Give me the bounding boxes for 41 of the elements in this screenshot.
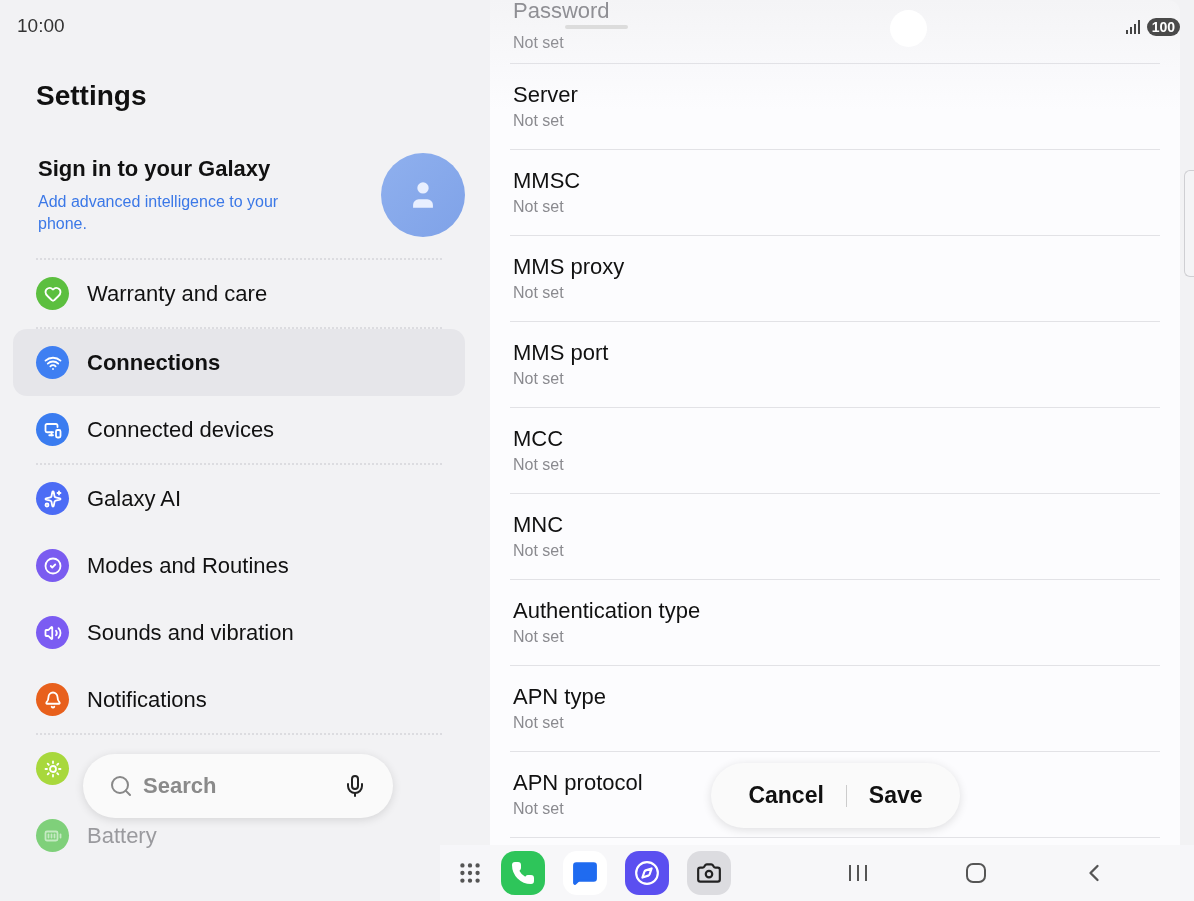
setting-value: Not set	[513, 283, 564, 302]
status-time: 10:00	[17, 15, 65, 37]
setting-value: Not set	[513, 541, 564, 560]
setting-value: Not set	[513, 34, 564, 52]
setting-value: Not set	[513, 369, 564, 388]
sidebar-item[interactable]: Connections	[13, 329, 465, 396]
setting-label[interactable]: APN protocol	[513, 771, 643, 794]
setting-label[interactable]: MMSC	[513, 169, 581, 192]
camera-app-icon[interactable]	[687, 851, 731, 895]
setting-label[interactable]: MMS port	[513, 341, 609, 364]
setting-value: Not set	[513, 197, 564, 216]
setting-label[interactable]: APN type	[513, 685, 606, 708]
sidebar-item[interactable]: Modes and Routines	[36, 549, 289, 582]
setting-label[interactable]: Server	[513, 83, 578, 106]
account-subtitle: Add advanced intelligence to your phone.	[38, 191, 280, 234]
sidebar-item[interactable]: Connected devices	[36, 413, 275, 446]
sidebar-item[interactable]: Sounds and vibration	[36, 616, 294, 649]
setting-label[interactable]: MMS proxy	[513, 255, 625, 278]
setting-value: Not set	[513, 713, 564, 732]
account-title[interactable]: Sign in to your Galaxy	[38, 155, 318, 182]
home-icon[interactable]	[965, 862, 987, 884]
setting-value: Not set	[513, 111, 564, 130]
setting-value: Not set	[513, 455, 564, 474]
signal-icon	[1124, 19, 1141, 35]
setting-value: Not set	[513, 627, 564, 646]
search-icon	[109, 774, 133, 798]
messages-app-icon[interactable]	[563, 851, 607, 895]
setting-value: Not set	[513, 799, 564, 818]
browser-app-icon[interactable]	[625, 851, 669, 895]
setting-label[interactable]: MNC	[513, 513, 564, 536]
setting-label[interactable]: MCC	[513, 427, 564, 450]
app-grid-icon[interactable]	[457, 860, 483, 886]
cancel-button[interactable]: Cancel	[726, 774, 846, 817]
sidebar-item[interactable]: Warranty and care	[36, 277, 268, 310]
save-button[interactable]: Save	[846, 774, 945, 817]
recents-icon[interactable]	[847, 863, 869, 883]
edge-handle[interactable]	[1184, 170, 1194, 277]
setting-label[interactable]: Authentication type	[513, 599, 701, 622]
sidebar-item[interactable]: Galaxy AI	[36, 482, 182, 515]
sidebar-item[interactable]: Notifications	[36, 683, 207, 716]
page-title: Settings	[36, 80, 148, 113]
